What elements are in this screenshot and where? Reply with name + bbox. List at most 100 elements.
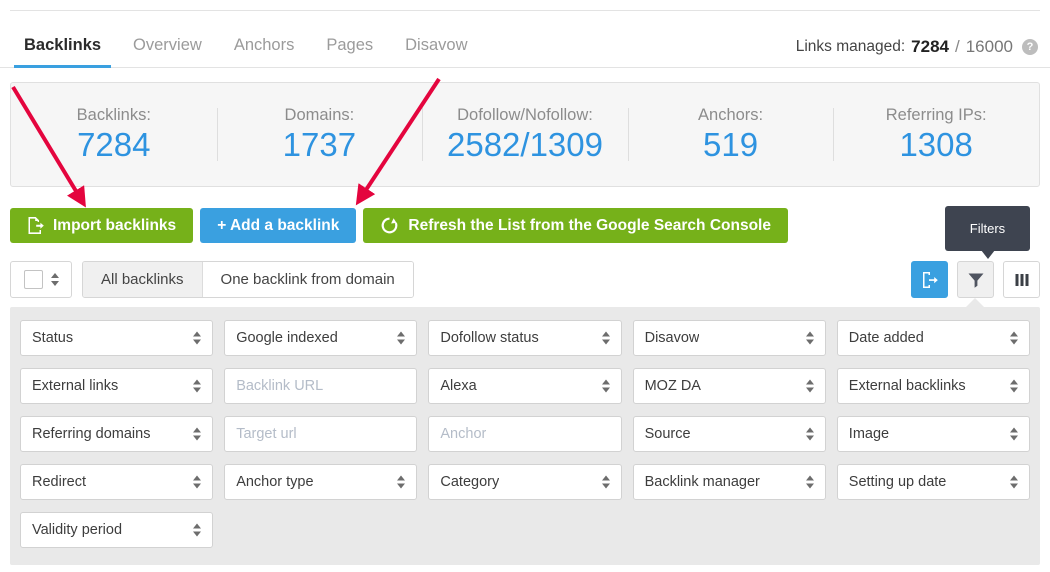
action-button-row: Import backlinks + Add a backlink Refresh … xyxy=(10,208,788,243)
stat-card: Dofollow/Nofollow: 2582/1309 xyxy=(422,100,628,169)
stat-label: Anchors: xyxy=(698,106,764,125)
chevron-updown-icon[interactable] xyxy=(1009,379,1018,393)
filter-dofollow-status-label: Dofollow status xyxy=(440,330,539,346)
chevron-updown-icon[interactable] xyxy=(1009,331,1018,345)
filter-backlink-manager-select[interactable]: Backlink manager xyxy=(632,464,826,500)
refresh-the-list-from-the-google-search-console-button[interactable]: Refresh the List from the Google Search … xyxy=(363,208,788,243)
filter-anchor-label: Anchor xyxy=(440,426,487,442)
filter-validity-period-select[interactable]: Validity period xyxy=(20,512,214,548)
tab-backlinks[interactable]: Backlinks xyxy=(8,36,117,68)
stat-card: Anchors: 519 xyxy=(627,100,834,169)
filter-external-links-select[interactable]: External links xyxy=(20,368,214,404)
filter-external-backlinks-select[interactable]: External backlinks xyxy=(836,368,1030,404)
list-toolbar: All backlinks One backlink from domain xyxy=(10,261,414,298)
filters-tooltip-label: Filters xyxy=(969,221,1006,236)
filter-source-select[interactable]: Source xyxy=(632,416,826,452)
links-managed: Links managed: 7284 / 16000 ? xyxy=(796,37,1038,57)
select-all-checkbox[interactable] xyxy=(10,261,72,298)
filter-backlink-manager-label: Backlink manager xyxy=(644,474,760,490)
filter-button[interactable] xyxy=(957,261,994,298)
stat-value: 2582/1309 xyxy=(446,126,603,164)
filter-alexa-label: Alexa xyxy=(440,378,477,394)
stat-label: Backlinks: xyxy=(76,106,151,125)
export-button[interactable] xyxy=(911,261,948,298)
filter-referring-domains-label: Referring domains xyxy=(32,426,151,442)
columns-button[interactable] xyxy=(1003,261,1040,298)
filter-disavow-label: Disavow xyxy=(644,330,700,346)
filter-setting-up-date-select[interactable]: Setting up date xyxy=(836,464,1030,500)
stat-card: Domains: 1737 xyxy=(216,100,423,169)
help-icon[interactable]: ? xyxy=(1022,39,1038,55)
export-icon xyxy=(922,271,938,288)
chevron-updown-icon[interactable] xyxy=(805,379,814,393)
links-managed-used: 7284 xyxy=(911,37,949,56)
filters-panel-caret xyxy=(966,298,984,307)
filter-backlink-url-input[interactable]: Backlink URL xyxy=(224,368,418,404)
filter-alexa-select[interactable]: Alexa xyxy=(428,368,622,404)
chevron-updown-icon[interactable] xyxy=(805,427,814,441)
chevron-updown-icon[interactable] xyxy=(397,475,406,489)
filter-status-label: Status xyxy=(32,330,74,346)
filter-date-added-label: Date added xyxy=(848,330,924,346)
chevron-updown-icon[interactable] xyxy=(193,475,202,489)
filter-funnel-icon xyxy=(968,273,983,288)
filter-moz-da-select[interactable]: MOZ DA xyxy=(632,368,826,404)
stat-value: 1737 xyxy=(282,126,357,164)
tab-list: Backlinks Overview Anchors Pages Disavow xyxy=(8,11,484,68)
filter-status-select[interactable]: Status xyxy=(20,320,214,356)
chevron-updown-icon[interactable] xyxy=(601,475,610,489)
filter-image-select[interactable]: Image xyxy=(836,416,1030,452)
filter-anchor-type-label: Anchor type xyxy=(236,474,314,490)
tab-overview[interactable]: Overview xyxy=(117,36,218,68)
import-backlinks-button[interactable]: Import backlinks xyxy=(10,208,194,243)
filter-target-url-label: Target url xyxy=(236,426,297,442)
stat-value: 1308 xyxy=(899,126,973,164)
tab-pages[interactable]: Pages xyxy=(310,36,389,68)
checkbox-box[interactable] xyxy=(23,270,43,289)
filter-moz-da-label: MOZ DA xyxy=(644,378,701,394)
chevron-updown-icon[interactable] xyxy=(601,331,610,345)
filter-category-select[interactable]: Category xyxy=(428,464,622,500)
chevron-updown-icon[interactable] xyxy=(805,331,814,345)
tab-bar: Backlinks Overview Anchors Pages Disavow Lin… xyxy=(0,11,1050,68)
stat-card: Referring IPs: 1308 xyxy=(833,100,1039,169)
chevron-updown-icon[interactable] xyxy=(601,379,610,393)
filter-dofollow-status-select[interactable]: Dofollow status xyxy=(428,320,622,356)
segment-one-backlink-from-domain[interactable]: One backlink from domain xyxy=(201,262,413,297)
chevron-updown-icon[interactable] xyxy=(193,523,202,537)
stat-card: Backlinks: 7284 xyxy=(11,100,217,169)
stat-value: 7284 xyxy=(77,126,151,164)
chevron-updown-icon[interactable] xyxy=(193,379,202,393)
filter-disavow-select[interactable]: Disavow xyxy=(632,320,826,356)
tab-disavow[interactable]: Disavow xyxy=(389,36,483,68)
chevron-updown-icon[interactable] xyxy=(397,331,406,345)
chevron-updown-icon[interactable] xyxy=(50,273,59,286)
chevron-updown-icon[interactable] xyxy=(193,331,202,345)
filter-google-indexed-label: Google indexed xyxy=(236,330,338,346)
columns-icon xyxy=(1015,273,1028,286)
filter-referring-domains-select[interactable]: Referring domains xyxy=(20,416,214,452)
chevron-updown-icon[interactable] xyxy=(1009,475,1018,489)
filter-target-url-input[interactable]: Target url xyxy=(224,416,418,452)
segment-all-backlinks[interactable]: All backlinks xyxy=(83,262,202,297)
filters-tooltip: Filters xyxy=(945,206,1030,259)
filter-date-added-select[interactable]: Date added xyxy=(836,320,1030,356)
filter-backlink-url-label: Backlink URL xyxy=(236,378,324,394)
filter-grid: Status Google indexed Dofollow status Disav… xyxy=(20,320,1030,548)
stats-panel: Backlinks: 7284 Domains: 1737 Dofollow/Nofol… xyxy=(10,82,1040,187)
chevron-updown-icon[interactable] xyxy=(805,475,814,489)
filter-redirect-select[interactable]: Redirect xyxy=(20,464,214,500)
stat-label: Domains: xyxy=(284,106,355,125)
filter-google-indexed-select[interactable]: Google indexed xyxy=(224,320,418,356)
filter-anchor-type-select[interactable]: Anchor type xyxy=(224,464,418,500)
chevron-updown-icon[interactable] xyxy=(1009,427,1018,441)
tab-anchors[interactable]: Anchors xyxy=(218,36,311,68)
links-managed-total: 16000 xyxy=(965,37,1013,56)
chevron-updown-icon[interactable] xyxy=(193,427,202,441)
links-managed-label: Links managed: xyxy=(795,38,906,55)
filter-category-label: Category xyxy=(440,474,500,490)
filter-external-backlinks-label: External backlinks xyxy=(848,378,966,394)
filter-anchor-input[interactable]: Anchor xyxy=(428,416,622,452)
stat-value: 519 xyxy=(703,126,759,164)
add-a-backlink-button[interactable]: + Add a backlink xyxy=(200,208,357,243)
